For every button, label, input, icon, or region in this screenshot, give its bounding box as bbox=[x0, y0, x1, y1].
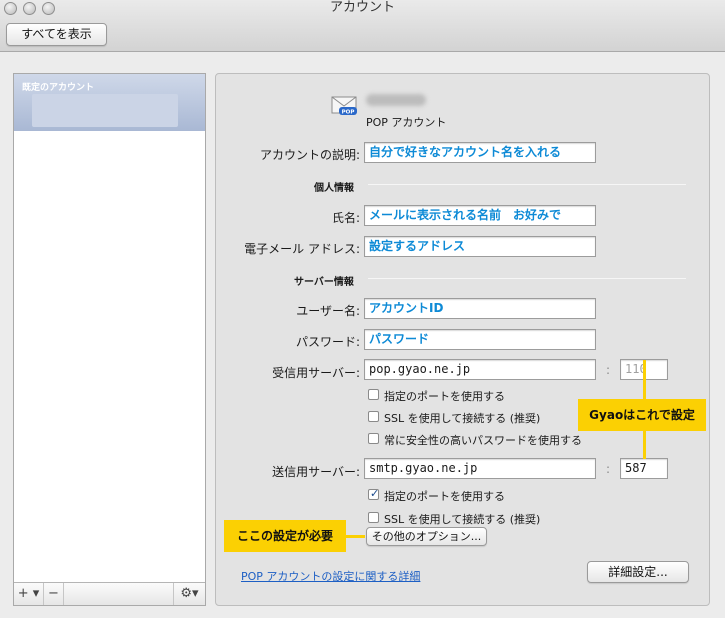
account-list-item-default[interactable]: 既定のアカウント bbox=[14, 74, 205, 131]
account-name-redacted bbox=[366, 94, 426, 106]
password-label: パスワード: bbox=[295, 335, 360, 349]
outgoing-ssl-checkbox[interactable] bbox=[368, 512, 379, 523]
email-address-label: 電子メール アドレス: bbox=[244, 242, 360, 256]
personal-info-heading: 個人情報 bbox=[314, 183, 354, 194]
account-list-toolbar: + ▾ − ⚙▾ bbox=[14, 582, 205, 605]
account-name-redacted bbox=[32, 94, 178, 127]
server-info-heading: サーバー情報 bbox=[294, 277, 354, 288]
checkbox-label: SSL を使用して接続する (推奨) bbox=[384, 412, 541, 425]
password-field[interactable]: パスワード bbox=[364, 329, 596, 350]
advanced-settings-button[interactable]: 詳細設定... bbox=[587, 561, 689, 583]
incoming-ssl-checkbox[interactable] bbox=[368, 411, 379, 422]
section-divider bbox=[368, 184, 686, 185]
account-type-label: POP アカウント bbox=[366, 116, 447, 129]
section-divider bbox=[368, 278, 686, 279]
gear-menu-button[interactable]: ⚙▾ bbox=[173, 583, 205, 605]
email-address-field[interactable]: 設定するアドレス bbox=[364, 236, 596, 257]
incoming-server-field[interactable]: pop.gyao.ne.jp bbox=[364, 359, 596, 380]
checkbox-label: 指定のポートを使用する bbox=[384, 490, 505, 503]
envelope-icon: POP bbox=[331, 96, 357, 115]
show-all-button[interactable]: すべてを表示 bbox=[6, 23, 107, 46]
outgoing-server-field[interactable]: smtp.gyao.ne.jp bbox=[364, 458, 596, 479]
incoming-server-label: 受信用サーバー: bbox=[272, 366, 360, 380]
account-list-header: 既定のアカウント bbox=[22, 83, 95, 93]
outgoing-server-label: 送信用サーバー: bbox=[272, 465, 360, 479]
annotation-connector bbox=[643, 360, 646, 402]
username-field[interactable]: アカウントID bbox=[364, 298, 596, 319]
full-name-field[interactable]: メールに表示される名前 お好みで bbox=[364, 205, 596, 226]
secure-password-checkbox[interactable] bbox=[368, 433, 379, 444]
account-list[interactable]: 既定のアカウント + ▾ − ⚙▾ bbox=[13, 73, 206, 606]
outgoing-use-port-checkbox[interactable]: ✓ bbox=[368, 487, 380, 500]
pop-help-link[interactable]: POP アカウントの設定に関する詳細 bbox=[241, 568, 420, 584]
outgoing-port-field[interactable]: 587 bbox=[620, 458, 668, 479]
annotation-connector bbox=[346, 535, 365, 538]
incoming-use-port-checkbox[interactable] bbox=[368, 389, 379, 400]
annotation-required: ここの設定が必要 bbox=[224, 520, 346, 552]
username-label: ユーザー名: bbox=[296, 304, 360, 318]
remove-account-button[interactable]: − bbox=[44, 583, 64, 605]
checkbox-label: SSL を使用して接続する (推奨) bbox=[384, 513, 541, 526]
full-name-label: 氏名: bbox=[331, 211, 360, 225]
checkmark-icon: ✓ bbox=[370, 487, 380, 500]
checkbox-label: 指定のポートを使用する bbox=[384, 390, 505, 403]
window-titlebar: アカウント すべてを表示 bbox=[0, 0, 725, 52]
checkbox-label: 常に安全性の高いパスワードを使用する bbox=[384, 434, 582, 447]
annotation-gyao: Gyaoはこれで設定 bbox=[578, 399, 706, 431]
window-title: アカウント bbox=[329, 0, 395, 15]
add-account-button[interactable]: + ▾ bbox=[14, 583, 44, 605]
description-field[interactable]: 自分で好きなアカウント名を入れる bbox=[364, 142, 596, 163]
more-options-button[interactable]: その他のオプション... bbox=[366, 527, 487, 546]
port-separator: : bbox=[606, 462, 611, 476]
description-label: アカウントの説明: bbox=[259, 148, 360, 162]
svg-text:POP: POP bbox=[342, 110, 355, 116]
port-separator: : bbox=[606, 363, 611, 377]
annotation-connector bbox=[643, 431, 646, 459]
